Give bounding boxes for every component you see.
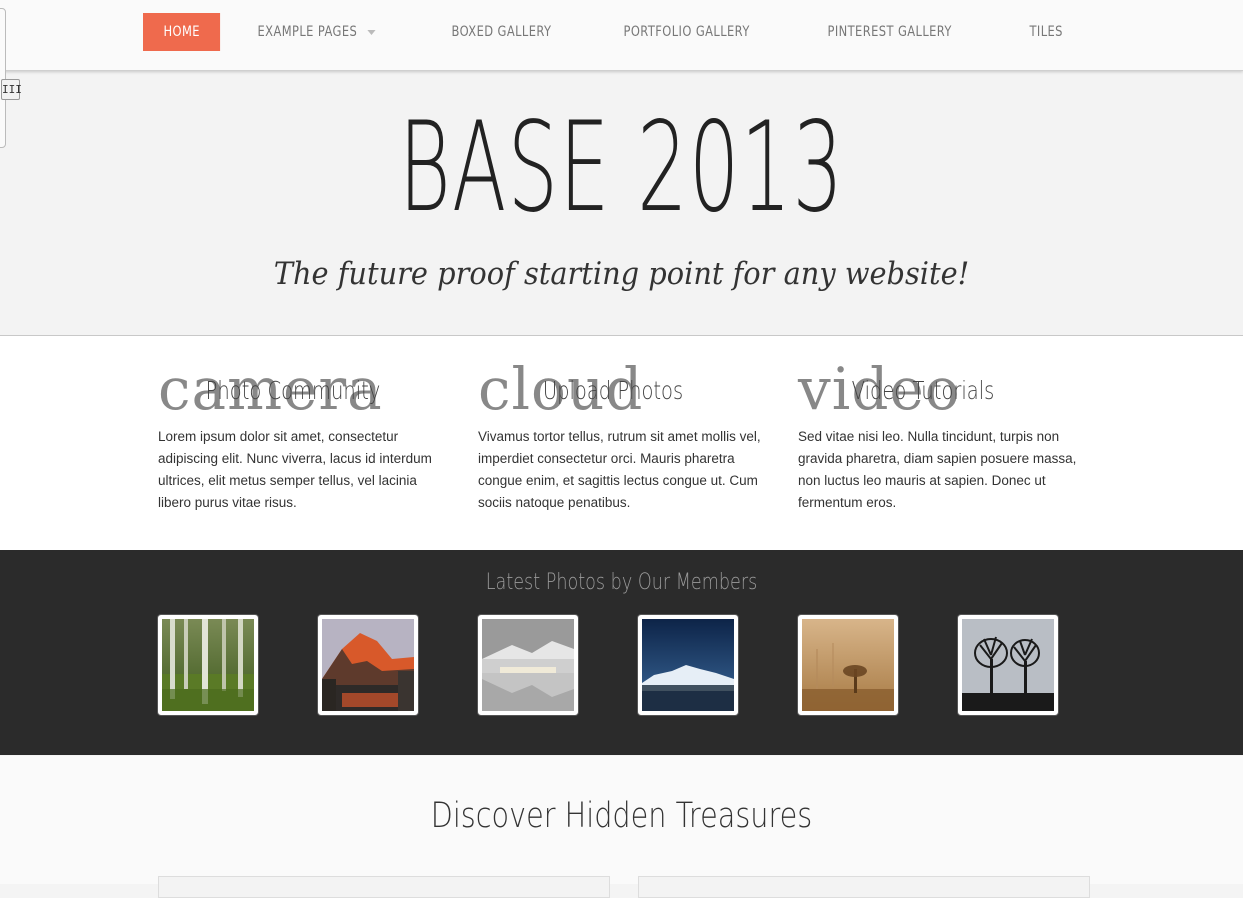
- nav-item-label: EXAMPLE PAGES: [257, 24, 358, 40]
- feature-upload-photos: cloud Upload Photos Vivamus tortor tellu…: [478, 336, 778, 550]
- hero-section: BASE 2013 The future proof starting poin…: [0, 71, 1243, 336]
- chevron-down-icon: [367, 29, 376, 35]
- top-navbar: HOME EXAMPLE PAGES BOXED GALLERY PORTFOL…: [0, 0, 1243, 71]
- silhouette-trees-photo-image: [962, 619, 1054, 711]
- forest-photo-image: [162, 619, 254, 711]
- nav-item-example-pages[interactable]: EXAMPLE PAGES: [237, 13, 396, 51]
- discover-card[interactable]: [638, 876, 1090, 898]
- nav-item-label: TILES: [1029, 24, 1063, 40]
- nav-item-label: PORTFOLIO GALLERY: [623, 24, 750, 40]
- mountain-photo-image: [322, 619, 414, 711]
- photo-thumbnail-forest[interactable]: [158, 615, 258, 715]
- discover-card[interactable]: [158, 876, 610, 898]
- night-lake-photo-image: [642, 619, 734, 711]
- nav-item-label: BOXED GALLERY: [451, 24, 552, 40]
- feature-text: Sed vitae nisi leo. Nulla tincidunt, tur…: [798, 429, 1077, 510]
- snowy-lake-photo-image: [482, 619, 574, 711]
- feature-text: Lorem ipsum dolor sit amet, consectetur …: [158, 429, 432, 510]
- photo-thumbnail-silhouette-trees[interactable]: [958, 615, 1058, 715]
- hero-subtitle: The future proof starting point for any …: [273, 256, 970, 292]
- photo-thumbnail-snowy-lake[interactable]: [478, 615, 578, 715]
- hero-title: BASE 2013: [398, 96, 845, 240]
- latest-photos-section: Latest Photos by Our Members: [0, 550, 1243, 755]
- nav-item-home[interactable]: HOME: [143, 13, 221, 51]
- feature-video-tutorials: video Video Tutorials Sed vitae nisi leo…: [798, 336, 1098, 550]
- feature-heading: Upload Photos: [542, 376, 684, 405]
- discover-title: Discover Hidden Treasures: [430, 796, 813, 836]
- nav-item-portfolio-gallery[interactable]: PORTFOLIO GALLERY: [603, 13, 770, 51]
- foggy-tree-photo-image: [802, 619, 894, 711]
- side-panel-tab[interactable]: [0, 8, 6, 148]
- feature-photo-community: camera Photo Community Lorem ipsum dolor…: [158, 336, 458, 550]
- nav-item-boxed-gallery[interactable]: BOXED GALLERY: [431, 13, 572, 51]
- nav-item-tiles[interactable]: TILES: [1009, 13, 1083, 51]
- feature-heading: Video Tutorials: [851, 376, 995, 405]
- photo-thumbnail-sunset-mountain[interactable]: [318, 615, 418, 715]
- discover-section: Discover Hidden Treasures: [0, 756, 1243, 898]
- nav-item-label: HOME: [163, 24, 200, 40]
- latest-photos-title: Latest Photos by Our Members: [485, 570, 758, 595]
- nav-item-label: PINTEREST GALLERY: [827, 24, 952, 40]
- photo-thumbnail-foggy-tree[interactable]: [798, 615, 898, 715]
- feature-heading: Photo Community: [205, 376, 381, 405]
- nav-item-pinterest-gallery[interactable]: PINTEREST GALLERY: [807, 13, 972, 51]
- photo-thumbnail-night-lake[interactable]: [638, 615, 738, 715]
- features-section: camera Photo Community Lorem ipsum dolor…: [0, 336, 1243, 550]
- feature-text: Vivamus tortor tellus, rutrum sit amet m…: [478, 429, 761, 510]
- nav-menu: HOME EXAMPLE PAGES BOXED GALLERY PORTFOL…: [143, 13, 1099, 51]
- grip-handle-icon[interactable]: III: [1, 79, 22, 100]
